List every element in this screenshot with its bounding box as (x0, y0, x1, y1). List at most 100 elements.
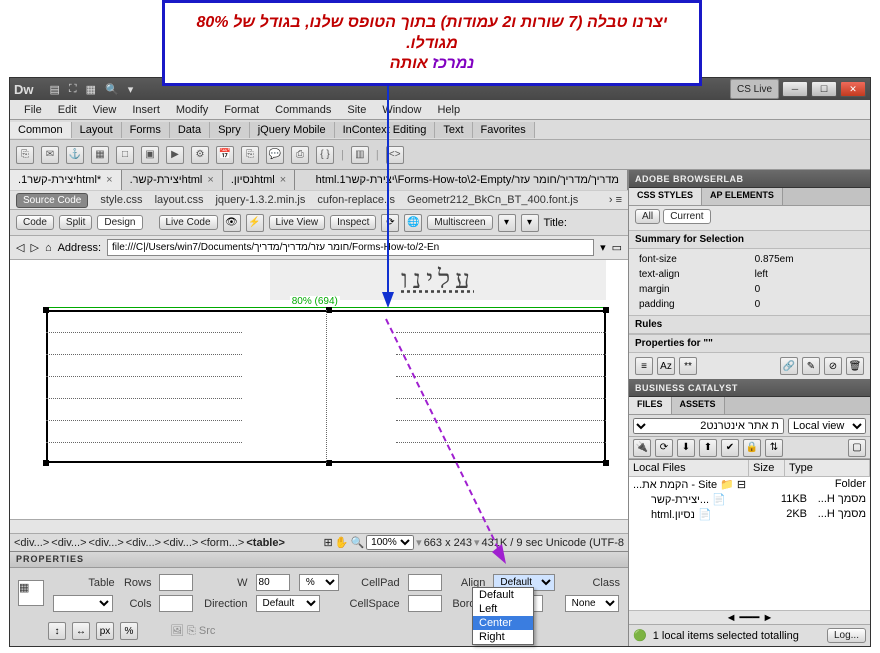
cellpad-input[interactable] (408, 574, 442, 591)
trash-icon[interactable]: 🗑 (846, 357, 864, 375)
tag[interactable]: <div...> (163, 537, 198, 549)
menu-view[interactable]: View (85, 104, 125, 116)
convert-pct-icon[interactable]: % (120, 622, 138, 640)
script-icon[interactable]: { } (316, 146, 334, 164)
templates-icon[interactable]: ▥ (351, 146, 369, 164)
checkout-icon[interactable]: ✔ (721, 439, 739, 457)
clear-widths-icon[interactable]: ↔ (72, 622, 90, 640)
align-option-default[interactable]: Default (473, 588, 533, 602)
file-scrollbar[interactable]: ◄ ━━━ ► (629, 610, 870, 624)
file-tree[interactable]: Local Files Size Type ⊟ 📁 Site - הקמת את… (629, 460, 870, 610)
cat-favorites[interactable]: Favorites (473, 122, 535, 138)
menu-icon[interactable]: ▾ (128, 83, 134, 96)
tag[interactable]: <form...> (200, 537, 244, 549)
list-icon[interactable]: Az (657, 357, 675, 375)
opts-icon[interactable]: ▭ (612, 241, 622, 254)
clear-heights-icon[interactable]: ↕ (48, 622, 66, 640)
site-select[interactable]: ת אתר אינטרנט2 (633, 418, 784, 434)
expand-icon[interactable]: ⛶ (69, 83, 77, 96)
email-icon[interactable]: ✉ (41, 146, 59, 164)
attach-icon[interactable]: 🔗 (780, 357, 798, 375)
menu-format[interactable]: Format (216, 104, 267, 116)
multiscreen-button[interactable]: Multiscreen (427, 215, 492, 230)
log-button[interactable]: Log... (827, 628, 866, 643)
ap-elements-tab[interactable]: AP ELEMENTS (702, 188, 783, 205)
image-icon[interactable]: ▣ (141, 146, 159, 164)
connect-icon[interactable]: 🔌 (633, 439, 651, 457)
cslive-button[interactable]: CS Live (730, 79, 779, 99)
menu-file[interactable]: File (16, 104, 50, 116)
table-id-select[interactable] (53, 595, 113, 612)
horizontal-scrollbar[interactable] (10, 519, 628, 533)
css-all-btn[interactable]: All (635, 209, 660, 224)
inspect-button[interactable]: Inspect (330, 215, 376, 230)
convert-px-icon[interactable]: px (96, 622, 114, 640)
css-styles-tab[interactable]: CSS STYLES (629, 188, 702, 205)
fwd-icon[interactable]: ▷ (30, 241, 38, 254)
div-icon[interactable]: □ (116, 146, 134, 164)
related-file[interactable]: style.css (100, 194, 142, 206)
w-unit-select[interactable]: % (299, 574, 339, 591)
layout-icon[interactable]: ▤ (50, 83, 60, 96)
ruler-icon[interactable]: ▾ (521, 214, 539, 232)
tag[interactable]: <div...> (126, 537, 161, 549)
address-input[interactable] (107, 239, 594, 256)
menu-edit[interactable]: Edit (50, 104, 85, 116)
expand-icon[interactable]: ▢ (848, 439, 866, 457)
minimize-button[interactable]: ─ (782, 81, 808, 97)
widget-icon[interactable]: ⚙ (191, 146, 209, 164)
tag[interactable]: <div...> (14, 537, 49, 549)
close-icon[interactable]: × (106, 174, 112, 186)
doc-tab-2[interactable]: .יצירת-קשרhtml× (122, 170, 223, 190)
head-icon[interactable]: ⎙ (291, 146, 309, 164)
w-input[interactable] (256, 574, 290, 591)
close-icon[interactable]: × (207, 174, 213, 186)
home-icon[interactable]: ⌂ (45, 242, 52, 254)
file-row[interactable]: 📄 ...יצירת-קשר11KBמסמך H... (629, 492, 870, 507)
close-button[interactable]: ✕ (840, 81, 866, 97)
comment-icon[interactable]: 💬 (266, 146, 284, 164)
inspect-icon[interactable]: 👁 (223, 214, 241, 232)
file-row[interactable]: 📄 נסיון.html2KBמסמך H... (629, 507, 870, 522)
anchor-icon[interactable]: ⚓ (66, 146, 84, 164)
design-view-button[interactable]: Design (97, 215, 142, 230)
related-file[interactable]: Geometr212_BkCn_BT_400.font.js (407, 194, 578, 206)
css-current-btn[interactable]: Current (663, 209, 710, 224)
cat-text[interactable]: Text (435, 122, 472, 138)
date-icon[interactable]: 📅 (216, 146, 234, 164)
sync-icon[interactable]: ⇅ (765, 439, 783, 457)
menu-modify[interactable]: Modify (168, 104, 216, 116)
disable-icon[interactable]: ⊘ (824, 357, 842, 375)
hyperlink-icon[interactable]: ⎘ (16, 146, 34, 164)
maximize-button[interactable]: ☐ (811, 81, 837, 97)
grid-icon[interactable]: ▦ (86, 83, 96, 96)
menu-commands[interactable]: Commands (267, 104, 339, 116)
refresh-icon[interactable]: ⟳ (655, 439, 673, 457)
category-icon[interactable]: ≡ (635, 357, 653, 375)
cat-layout[interactable]: Layout (72, 122, 122, 138)
cellspace-input[interactable] (408, 595, 442, 612)
put-icon[interactable]: ⬆ (699, 439, 717, 457)
cat-data[interactable]: Data (170, 122, 210, 138)
selection-icon[interactable]: ⊞ (324, 536, 333, 549)
cat-forms[interactable]: Forms (122, 122, 170, 138)
related-file[interactable]: jquery-1.3.2.min.js (215, 194, 305, 206)
align-option-right[interactable]: Right (473, 630, 533, 644)
search-icon[interactable]: 🔍 (105, 83, 119, 96)
cat-common[interactable]: Common (10, 122, 72, 138)
cols-input[interactable] (159, 595, 193, 612)
close-icon[interactable]: × (280, 174, 286, 186)
source-code-button[interactable]: Source Code (16, 193, 88, 208)
nav-icons[interactable]: › ≡ (609, 194, 622, 206)
class-select[interactable]: None (565, 595, 619, 612)
menu-help[interactable]: Help (429, 104, 468, 116)
tag[interactable]: <table> (246, 537, 285, 549)
business-catalyst-header[interactable]: BUSINESS CATALYST (629, 379, 870, 397)
get-icon[interactable]: ⬇ (677, 439, 695, 457)
direction-select[interactable]: Default (256, 595, 320, 612)
file-row-site[interactable]: ⊟ 📁 Site - הקמת את...Folder (629, 477, 870, 492)
hand-icon[interactable]: ✋ (335, 536, 349, 549)
doc-tab-3[interactable]: .נסיוןhtml× (223, 170, 295, 190)
menu-insert[interactable]: Insert (124, 104, 168, 116)
visual-aids-icon[interactable]: ▾ (498, 214, 516, 232)
